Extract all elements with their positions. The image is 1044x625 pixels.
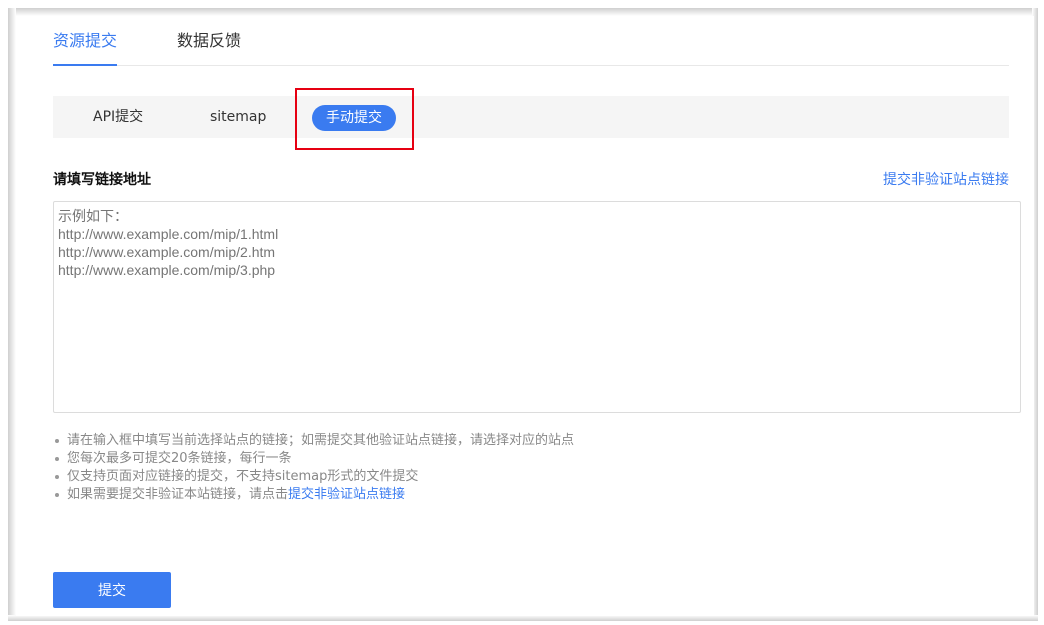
top-tab-bar: 资源提交 数据反馈 bbox=[53, 30, 1009, 66]
submit-method-tabs: API提交 sitemap 手动提交 bbox=[53, 96, 1009, 138]
tab-data-feedback[interactable]: 数据反馈 bbox=[177, 30, 241, 65]
submit-unverified-link[interactable]: 提交非验证站点链接 bbox=[883, 169, 1009, 189]
tip-item: 您每次最多可提交20条链接，每行一条 bbox=[53, 450, 574, 467]
submit-button[interactable]: 提交 bbox=[53, 572, 171, 608]
link-address-label: 请填写链接地址 bbox=[53, 172, 151, 188]
tip-item: 仅支持页面对应链接的提交，不支持sitemap形式的文件提交 bbox=[53, 468, 574, 485]
subtab-sitemap[interactable]: sitemap bbox=[210, 96, 266, 138]
frame-shadow-left bbox=[8, 8, 16, 618]
main-panel: 资源提交 数据反馈 API提交 sitemap 手动提交 请填写链接地址 提交非… bbox=[16, 16, 1034, 616]
tips-list: 请在输入框中填写当前选择站点的链接；如需提交其他验证站点链接，请选择对应的站点 … bbox=[53, 432, 574, 504]
tip-unverified-link[interactable]: 提交非验证站点链接 bbox=[288, 487, 405, 502]
subtab-manual-submit[interactable]: 手动提交 bbox=[312, 105, 396, 131]
url-textarea[interactable] bbox=[53, 201, 1021, 413]
tab-resource-submit[interactable]: 资源提交 bbox=[53, 30, 118, 66]
subtab-api[interactable]: API提交 bbox=[93, 96, 143, 138]
screenshot-frame: 资源提交 数据反馈 API提交 sitemap 手动提交 请填写链接地址 提交非… bbox=[0, 0, 1044, 625]
tip-item: 如果需要提交非验证本站链接，请点击提交非验证站点链接 bbox=[53, 486, 574, 503]
frame-shadow-top bbox=[8, 8, 1036, 16]
tip-item: 请在输入框中填写当前选择站点的链接；如需提交其他验证站点链接，请选择对应的站点 bbox=[53, 432, 574, 449]
